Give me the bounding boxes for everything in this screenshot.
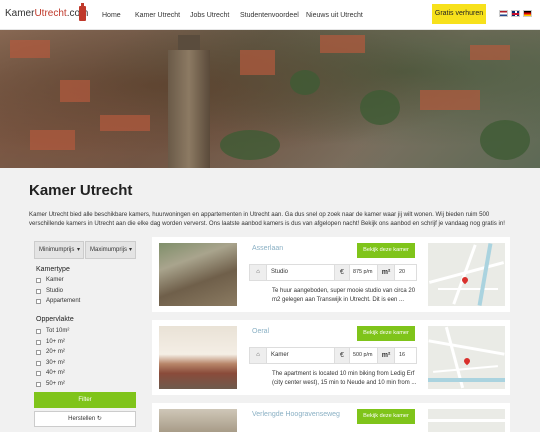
area-icon: m² bbox=[378, 265, 395, 280]
oppervlakte-heading: Oppervlakte bbox=[36, 316, 74, 323]
logo-text-main: Kamer bbox=[5, 8, 35, 19]
max-price-select[interactable]: Maximumprijs bbox=[85, 241, 136, 259]
listing-photo[interactable] bbox=[159, 243, 237, 306]
en-flag-icon[interactable] bbox=[511, 10, 520, 17]
area-icon: m² bbox=[378, 348, 395, 363]
checkbox[interactable] bbox=[36, 340, 41, 345]
gratis-verhuren-button[interactable]: Gratis verhuren bbox=[432, 4, 486, 24]
listing-info-bar: ⌂ Studio € 875 p/m m² 20 bbox=[249, 264, 417, 281]
listing-name[interactable]: Oeral bbox=[252, 328, 269, 335]
checkbox[interactable] bbox=[36, 382, 41, 387]
listing-map[interactable] bbox=[428, 326, 505, 389]
filter-button[interactable]: Filter bbox=[34, 392, 136, 408]
listing-description: The apartment is located 10 min biking f… bbox=[272, 371, 417, 386]
logo-text-accent: Utrecht bbox=[34, 8, 67, 19]
min-price-select[interactable]: Minimumprijs bbox=[34, 241, 84, 259]
listing-price: 875 p/m bbox=[350, 265, 378, 280]
nav-studentenvoordeel[interactable]: Studentenvoordeel bbox=[240, 12, 299, 19]
listing-info-bar: ⌂ Kamer € 500 p/m m² 16 bbox=[249, 347, 417, 364]
checkbox[interactable] bbox=[36, 361, 41, 366]
kamertype-heading: Kamertype bbox=[36, 266, 70, 273]
hero-aerial-photo bbox=[0, 30, 540, 168]
listing-description: Te huur aangeboden, super mooie studio v… bbox=[272, 288, 416, 303]
home-icon: ⌂ bbox=[250, 265, 267, 280]
listing-name[interactable]: Asserlaan bbox=[252, 245, 283, 252]
checkbox[interactable] bbox=[36, 350, 41, 355]
listing-price: 500 p/m bbox=[350, 348, 378, 363]
reset-button[interactable]: Herstellen ↻ bbox=[34, 411, 136, 427]
view-room-button[interactable]: Bekijk deze kamer bbox=[357, 326, 415, 341]
listing-area: 16 bbox=[399, 352, 405, 358]
listing-card: Asserlaan Bekijk deze kamer ⌂ Studio € 8… bbox=[152, 237, 510, 312]
site-header: KamerUtrecht.com Home Kamer Utrecht Jobs… bbox=[0, 0, 540, 30]
view-room-button[interactable]: Bekijk deze kamer bbox=[357, 409, 415, 424]
listing-photo[interactable] bbox=[159, 409, 237, 432]
listing-card: Verlengde Hoogravenseweg Bekijk deze kam… bbox=[152, 403, 510, 432]
listing-photo[interactable] bbox=[159, 326, 237, 389]
page-title: Kamer Utrecht bbox=[29, 182, 133, 199]
de-flag-icon[interactable] bbox=[523, 10, 532, 17]
euro-icon: € bbox=[335, 348, 350, 363]
listing-type: Studio bbox=[267, 265, 335, 280]
listing-map[interactable] bbox=[428, 243, 505, 306]
nav-kamer-utrecht[interactable]: Kamer Utrecht bbox=[135, 12, 180, 19]
nav-nieuws-uit-utrecht[interactable]: Nieuws uit Utrecht bbox=[306, 12, 363, 19]
logo-tower-icon bbox=[79, 3, 86, 21]
euro-icon: € bbox=[335, 265, 350, 280]
map-pin-icon bbox=[462, 356, 472, 366]
intro-text: Kamer Utrecht bied alle beschikbare kame… bbox=[29, 211, 505, 227]
nl-flag-icon[interactable] bbox=[499, 10, 508, 17]
nav-home[interactable]: Home bbox=[102, 12, 121, 19]
site-logo[interactable]: KamerUtrecht.com bbox=[5, 8, 88, 19]
checkbox[interactable] bbox=[36, 299, 41, 304]
listing-map[interactable] bbox=[428, 409, 505, 432]
nav-jobs-utrecht[interactable]: Jobs Utrecht bbox=[190, 12, 229, 19]
checkbox[interactable] bbox=[36, 289, 41, 294]
listing-area: 20 bbox=[399, 269, 405, 275]
listing-type: Kamer bbox=[267, 348, 335, 363]
view-room-button[interactable]: Bekijk deze kamer bbox=[357, 243, 415, 258]
home-icon: ⌂ bbox=[250, 348, 267, 363]
listing-name[interactable]: Verlengde Hoogravenseweg bbox=[252, 411, 340, 418]
listing-card: Oeral Bekijk deze kamer ⌂ Kamer € 500 p/… bbox=[152, 320, 510, 395]
checkbox[interactable] bbox=[36, 371, 41, 376]
checkbox[interactable] bbox=[36, 329, 41, 334]
checkbox[interactable] bbox=[36, 278, 41, 283]
